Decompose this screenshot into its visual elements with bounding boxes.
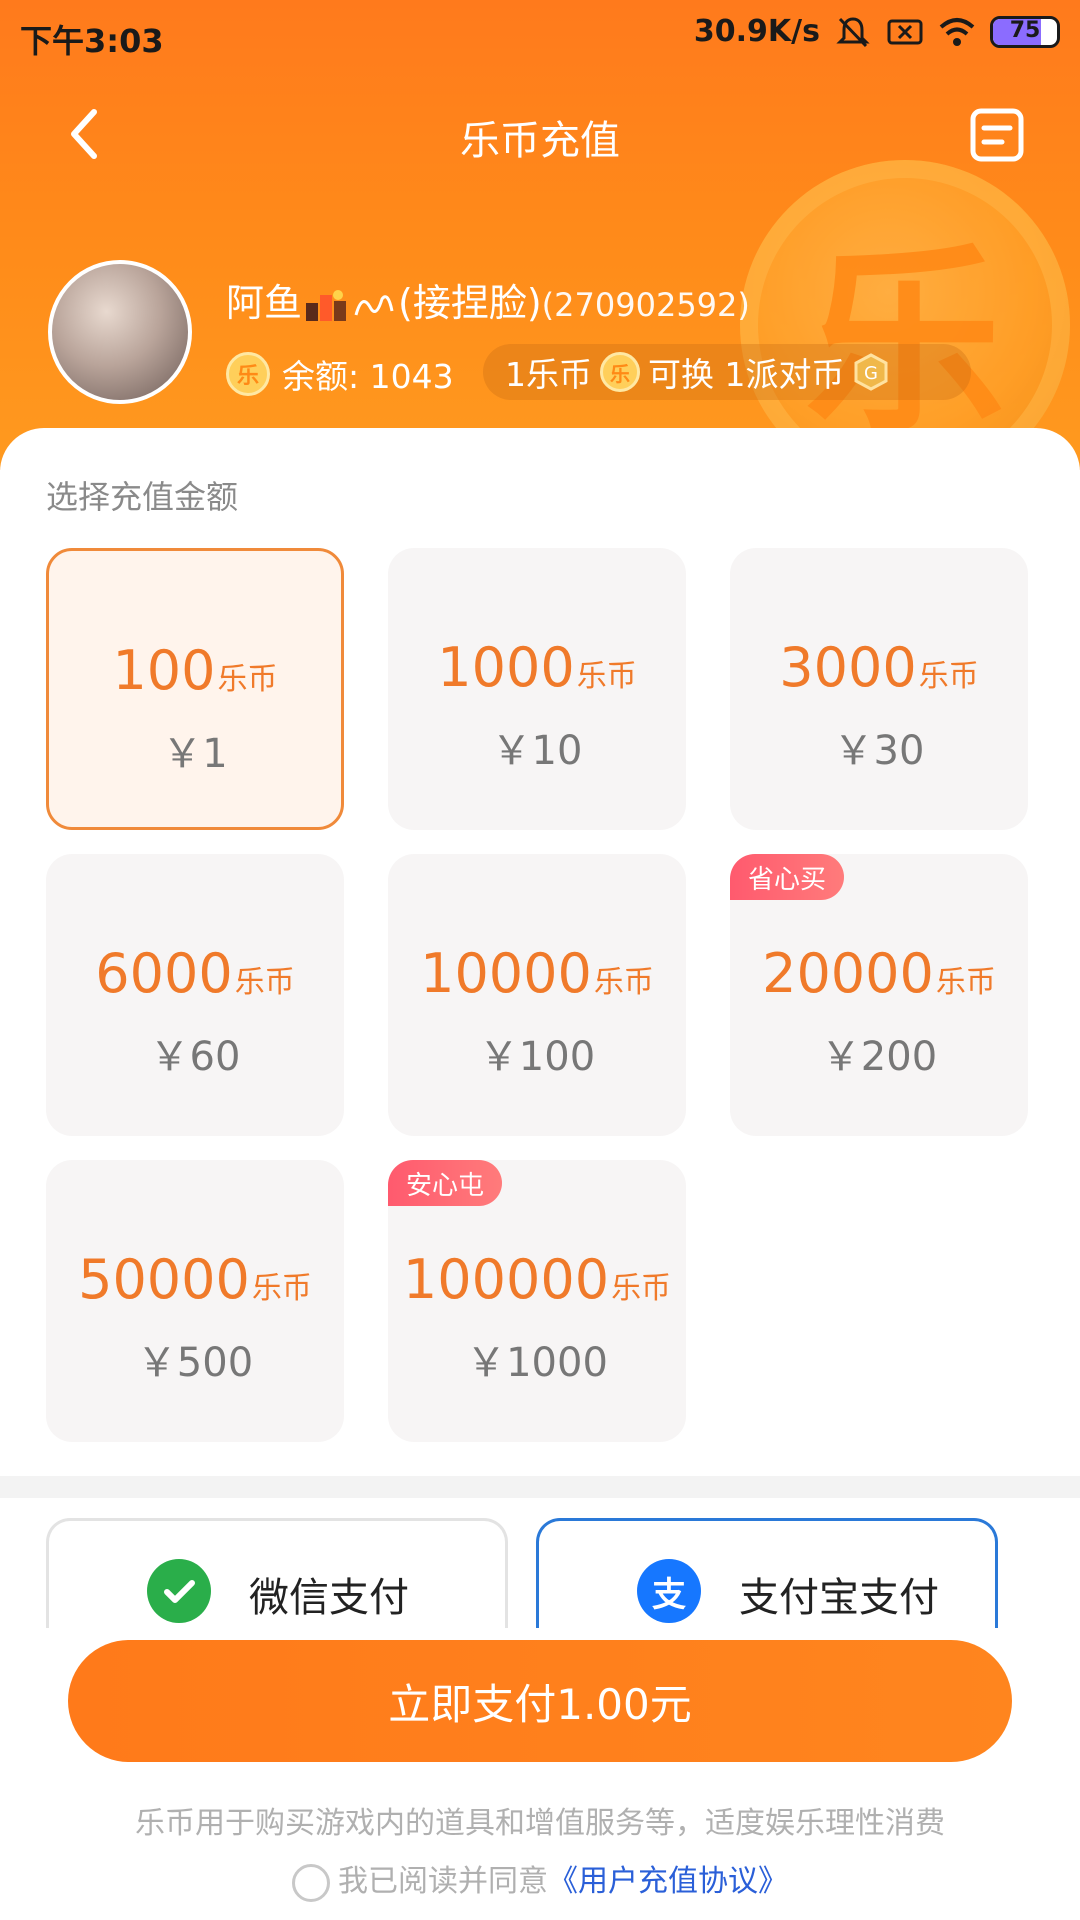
option-unit: 乐币 xyxy=(251,1271,312,1306)
wifi-icon xyxy=(939,17,975,46)
party-coin-icon: G xyxy=(854,353,887,391)
mute-bell-icon xyxy=(836,16,870,47)
option-amount-value: 3000 xyxy=(779,636,917,699)
city-emoji-icon xyxy=(306,289,347,321)
option-amount: 100乐币 xyxy=(49,639,341,702)
option-amount-value: 1000 xyxy=(437,636,575,699)
page-title: 乐币充值 xyxy=(460,118,620,164)
nav-bar: 乐币充值 xyxy=(0,90,1080,180)
promo-badge: 安心屯 xyxy=(388,1160,503,1206)
wechat-pay-icon xyxy=(147,1559,211,1623)
recharge-option-100[interactable]: 100乐币 ￥1 xyxy=(46,548,344,830)
option-price: ￥10 xyxy=(491,728,583,774)
name-decoration-icon xyxy=(354,294,394,315)
svg-text:G: G xyxy=(864,363,878,384)
user-name: 阿鱼 (接捏脸)(270902592) xyxy=(226,281,750,325)
le-coin-icon: 乐 xyxy=(600,352,640,392)
option-amount-value: 50000 xyxy=(78,1248,250,1311)
option-unit: 乐币 xyxy=(217,662,278,697)
exchange-text: 可换 1派对币 xyxy=(648,355,845,394)
option-amount-value: 10000 xyxy=(420,942,592,1005)
battery-icon: 75 xyxy=(990,15,1060,48)
option-unit: 乐币 xyxy=(234,965,295,1000)
network-speed: 30.9K/s xyxy=(693,14,820,49)
option-unit: 乐币 xyxy=(611,1271,672,1306)
section-title: 选择充值金额 xyxy=(46,478,239,516)
recharge-option-6000[interactable]: 6000乐币 ￥60 xyxy=(46,854,344,1136)
option-unit: 乐币 xyxy=(576,659,637,694)
agreement-row: 我已阅读并同意《用户充值协议》 xyxy=(0,1856,1080,1902)
option-price: ￥1 xyxy=(162,731,228,777)
agreement-link[interactable]: 《用户充值协议》 xyxy=(548,1864,788,1899)
wechat-pay-label: 微信支付 xyxy=(249,1575,409,1621)
agree-radio[interactable] xyxy=(292,1863,330,1902)
disclaimer-text: 乐币用于购买游戏内的道具和增值服务等，适度娱乐理性消费 xyxy=(135,1806,945,1841)
option-unit: 乐币 xyxy=(935,965,996,1000)
option-amount-value: 100 xyxy=(112,639,216,702)
alipay-label: 支付宝支付 xyxy=(739,1575,939,1621)
recharge-option-3000[interactable]: 3000乐币 ￥30 xyxy=(730,548,1028,830)
option-amount-value: 100000 xyxy=(402,1248,610,1311)
exchange-rate-pill: 1乐币 乐 可换 1派对币 G xyxy=(483,344,971,400)
sim-off-icon xyxy=(887,19,923,44)
document-list-icon[interactable] xyxy=(968,106,1026,164)
alipay-icon: 支 xyxy=(637,1559,701,1623)
recharge-option-100000[interactable]: 安心屯 100000乐币 ￥1000 xyxy=(388,1160,686,1442)
option-price: ￥500 xyxy=(136,1340,254,1386)
balance: 乐 余额: 1043 xyxy=(226,350,454,398)
option-price: ￥1000 xyxy=(466,1340,608,1386)
option-amount: 3000乐币 xyxy=(730,636,1028,699)
agreement-prefix: 我已阅读并同意 xyxy=(338,1864,548,1899)
promo-badge: 省心买 xyxy=(730,854,845,900)
recharge-option-20000[interactable]: 省心买 20000乐币 ￥200 xyxy=(730,854,1028,1136)
option-amount: 50000乐币 xyxy=(46,1248,344,1311)
option-amount-value: 6000 xyxy=(95,942,233,1005)
le-coin-icon: 乐 xyxy=(226,352,270,396)
option-amount: 100000乐币 xyxy=(388,1248,686,1311)
alipay-option[interactable]: 支 支付宝支付 xyxy=(536,1518,998,1628)
recharge-option-10000[interactable]: 10000乐币 ￥100 xyxy=(388,854,686,1136)
option-price: ￥100 xyxy=(478,1034,596,1080)
option-price: ￥200 xyxy=(820,1034,938,1080)
status-bar: 下午3:03 30.9K/s 75 xyxy=(0,0,1080,72)
status-time: 下午3:03 xyxy=(20,22,164,60)
recharge-option-1000[interactable]: 1000乐币 ￥10 xyxy=(388,548,686,830)
wechat-pay-option[interactable]: 微信支付 xyxy=(46,1518,508,1628)
option-amount: 10000乐币 xyxy=(388,942,686,1005)
option-price: ￥60 xyxy=(149,1034,241,1080)
user-profile: 阿鱼 (接捏脸)(270902592) 乐 余额: 1043 1乐币 乐 可换 1… xyxy=(48,260,1048,410)
option-amount: 6000乐币 xyxy=(46,942,344,1005)
option-price: ￥30 xyxy=(833,728,925,774)
recharge-option-50000[interactable]: 50000乐币 ￥500 xyxy=(46,1160,344,1442)
balance-text: 余额: 1043 xyxy=(282,357,454,396)
avatar xyxy=(48,260,192,404)
divider xyxy=(0,1476,1080,1498)
option-amount: 20000乐币 xyxy=(730,942,1028,1005)
header: 乐 下午3:03 30.9K/s 75 乐币充值 阿鱼 (接捏脸)(270902… xyxy=(0,0,1080,470)
option-unit: 乐币 xyxy=(593,965,654,1000)
option-unit: 乐币 xyxy=(918,659,979,694)
option-amount: 1000乐币 xyxy=(388,636,686,699)
recharge-panel: 选择充值金额 100乐币 ￥1 1000乐币 ￥10 3000乐币 ￥30 6000乐币 ￥6… xyxy=(0,428,1080,1920)
pay-now-button[interactable]: 立即支付1.00元 xyxy=(68,1640,1012,1762)
option-amount-value: 20000 xyxy=(762,942,934,1005)
exchange-prefix: 1乐币 xyxy=(505,355,592,394)
